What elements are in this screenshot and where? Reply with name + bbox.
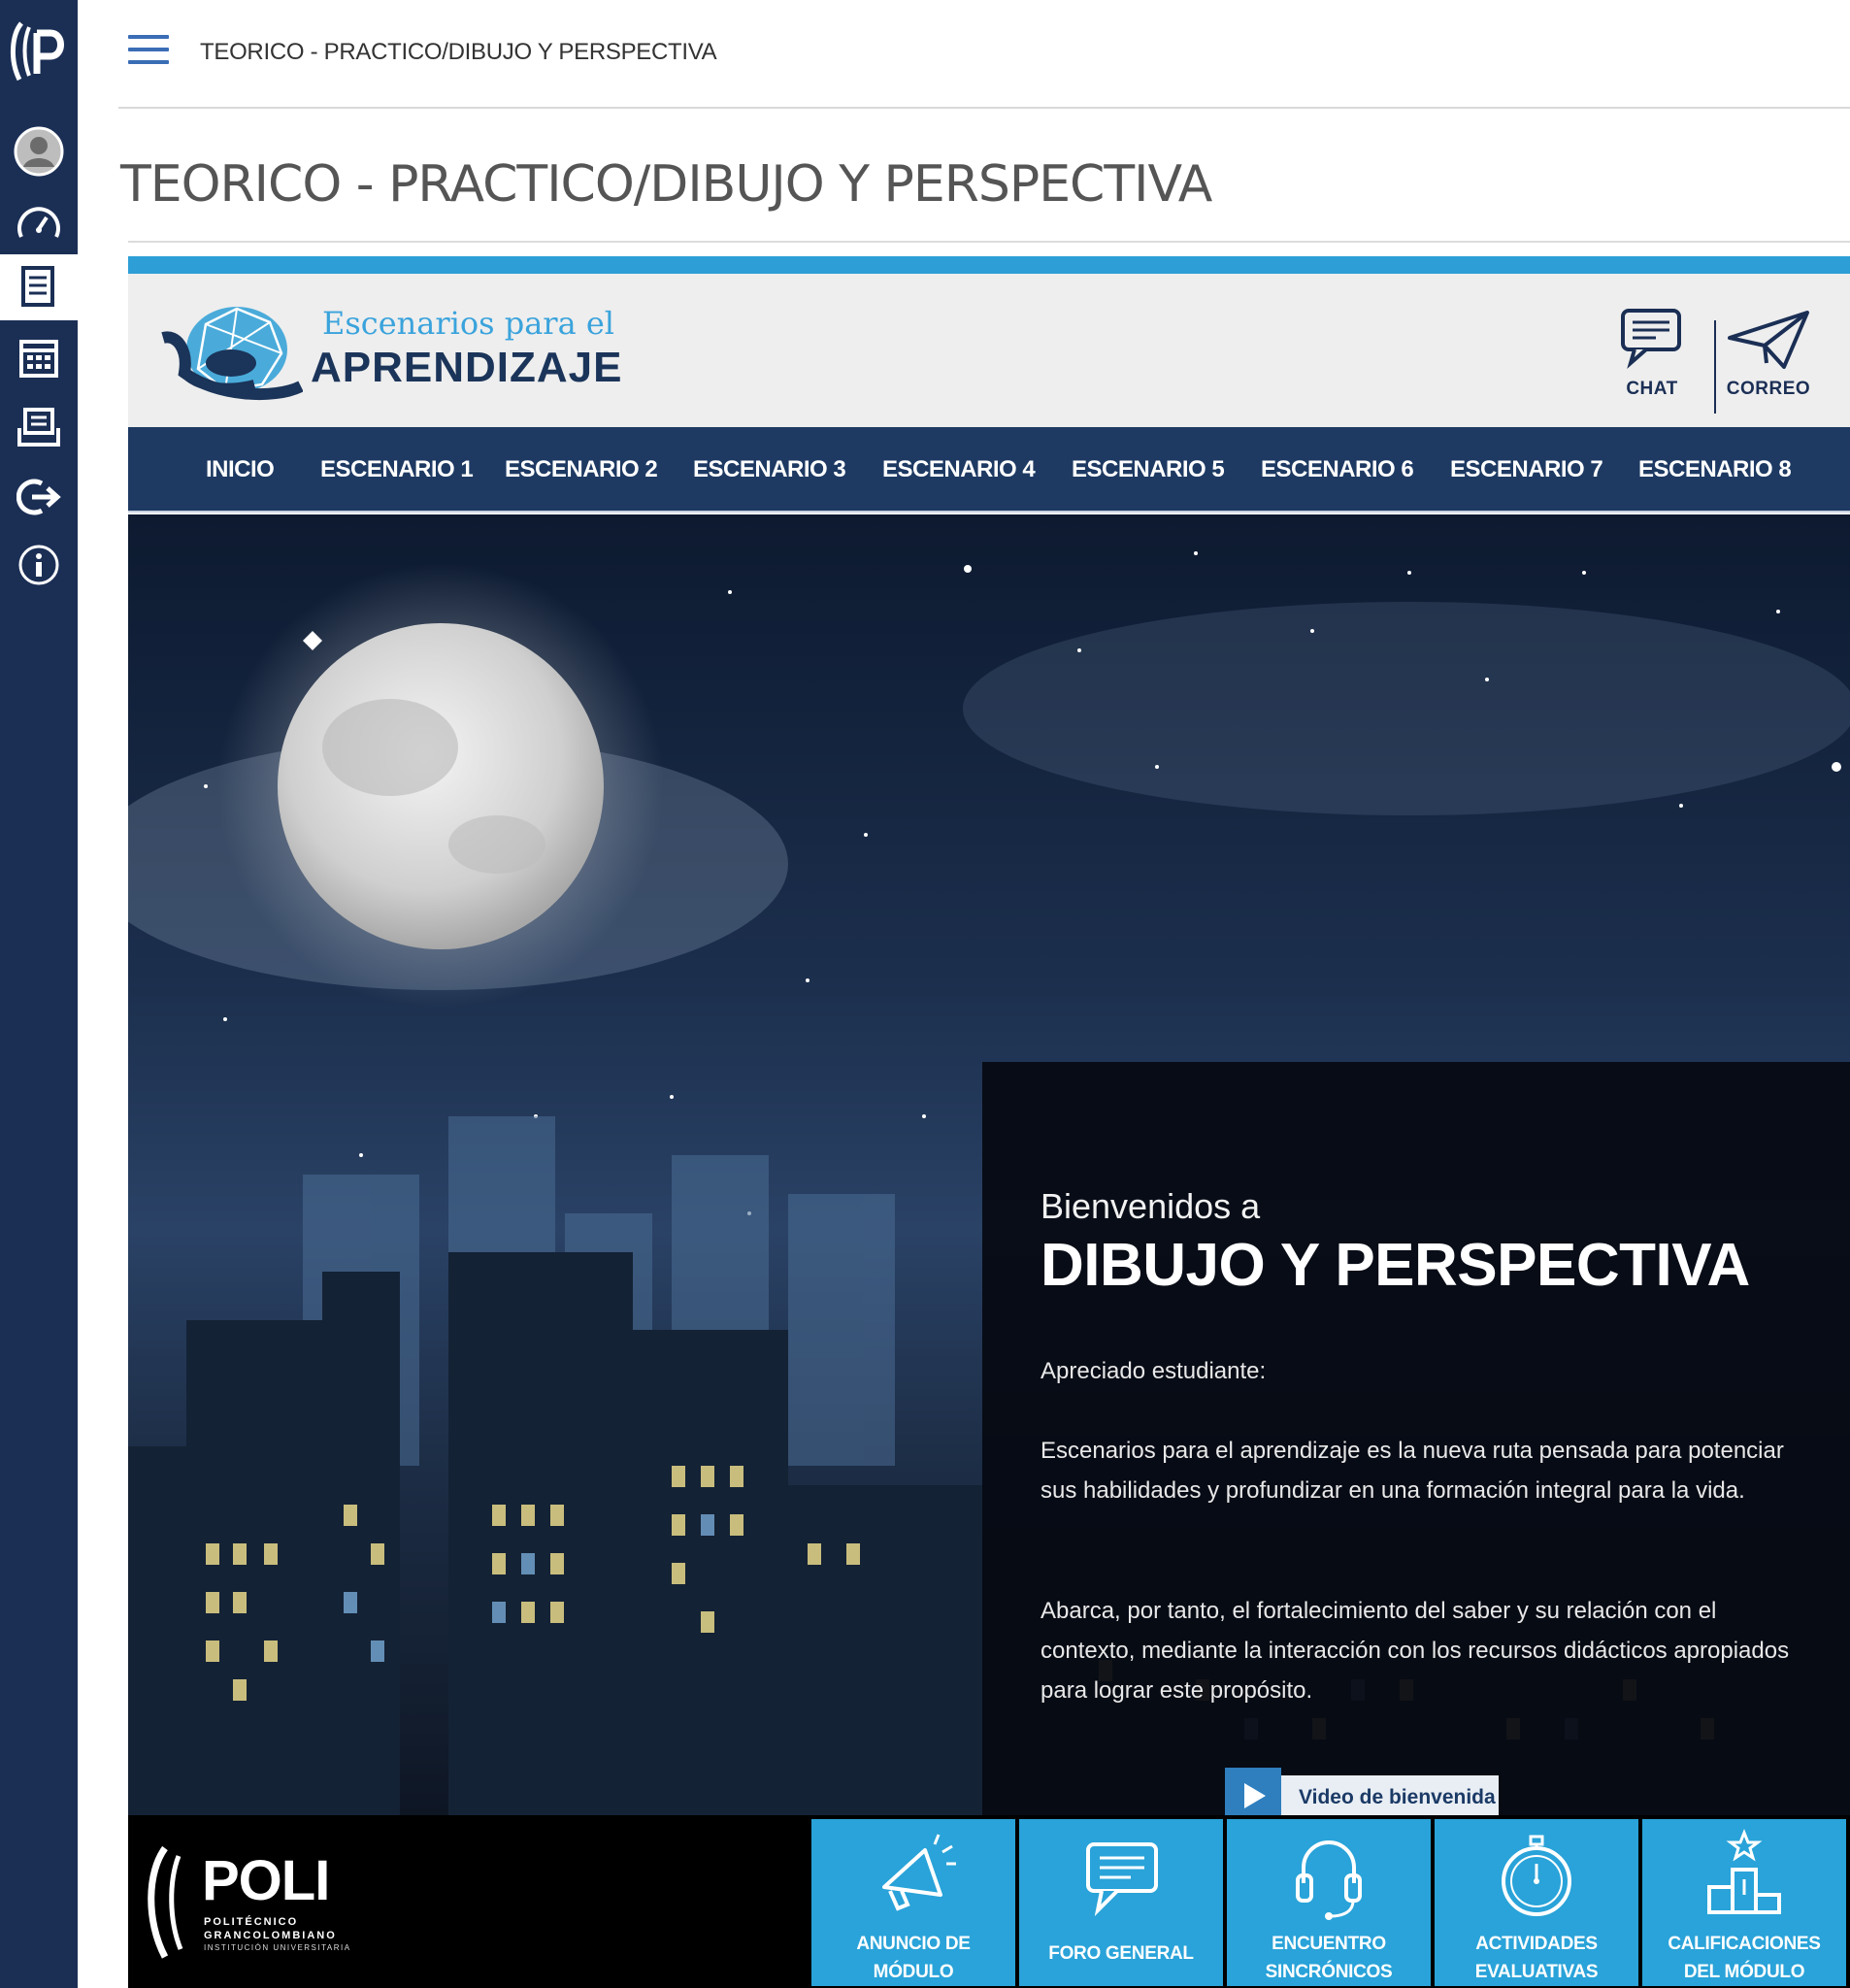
chat-icon: [1621, 309, 1681, 369]
stopwatch-icon: [1502, 1835, 1571, 1916]
menu-item-escenario-5[interactable]: ESCENARIO 5: [1072, 456, 1225, 483]
sidebar-item-courses[interactable]: [0, 254, 78, 320]
scenario-menu: INICIO ESCENARIO 1 ESCENARIO 2 ESCENARIO…: [128, 427, 1850, 513]
poli-logo-name: POLI: [202, 1849, 330, 1912]
welcome-greeting: Apreciado estudiante:: [1041, 1358, 1267, 1384]
menu-item-inicio[interactable]: INICIO: [206, 456, 275, 483]
hero-banner: Bienvenidos a DIBUJO Y PERSPECTIVA Aprec…: [128, 514, 1850, 1815]
evaluation-activities-button[interactable]: ACTIVIDADES EVALUATIVAS: [1435, 1819, 1638, 1986]
mail-label: CORREO: [1726, 379, 1811, 399]
divider: [128, 241, 1850, 243]
brand-line-2: APRENDIZAJE: [311, 344, 623, 391]
module-grades-label: CALIFICACIONES DEL MÓDULO: [1642, 1930, 1846, 1986]
menu-item-escenario-4[interactable]: ESCENARIO 4: [882, 456, 1036, 483]
paper-plane-icon: [1728, 311, 1809, 369]
chat-label: CHAT: [1626, 379, 1678, 399]
info-icon: [18, 545, 59, 585]
sidebar-item-logout[interactable]: [0, 464, 78, 530]
forum-icon: [1086, 1842, 1158, 1917]
logout-icon: [17, 479, 61, 515]
label-line-1: CALIFICACIONES: [1668, 1934, 1821, 1954]
user-avatar-icon: [14, 126, 64, 177]
megaphone-icon: [882, 1834, 956, 1911]
headset-icon: [1296, 1840, 1362, 1920]
mail-button[interactable]: CORREO: [1720, 307, 1817, 404]
welcome-panel: Bienvenidos a DIBUJO Y PERSPECTIVA Aprec…: [982, 1062, 1850, 1815]
welcome-course-title: DIBUJO Y PERSPECTIVA: [1041, 1232, 1750, 1299]
welcome-kicker: Bienvenidos a: [1041, 1186, 1261, 1226]
sidebar-item-inbox[interactable]: [0, 394, 78, 460]
poli-logo: POLI POLITÉCNICO GRANCOLOMBIANO INSTITUC…: [142, 1842, 365, 1963]
sidebar-item-profile[interactable]: [0, 118, 78, 184]
module-grades-button[interactable]: CALIFICACIONES DEL MÓDULO: [1642, 1819, 1846, 1986]
menu-toggle-icon[interactable]: [128, 35, 169, 66]
welcome-video-button[interactable]: Video de bienvenida: [1225, 1768, 1499, 1815]
menu-item-escenario-7[interactable]: ESCENARIO 7: [1450, 456, 1603, 483]
calendar-icon: [19, 340, 58, 378]
courses-icon: [21, 266, 54, 307]
play-icon: [1225, 1768, 1281, 1815]
label-line-1: ANUNCIO DE: [856, 1934, 971, 1954]
module-announcement-button[interactable]: ANUNCIO DE MÓDULO: [811, 1819, 1015, 1986]
label-line-2: SINCRÓNICOS: [1265, 1962, 1393, 1982]
top-bar: TEORICO - PRACTICO/DIBUJO Y PERSPECTIVA: [118, 0, 1850, 109]
poli-logo-sub-3: INSTITUCIÓN UNIVERSITARIA: [204, 1943, 351, 1952]
accent-bar: [128, 256, 1850, 274]
brand-line-1: Escenarios para el: [322, 305, 614, 342]
escenarios-logo-icon: [161, 307, 303, 400]
menu-item-escenario-1[interactable]: ESCENARIO 1: [320, 456, 474, 483]
page-title: TEORICO - PRACTICO/DIBUJO Y PERSPECTIVA: [120, 155, 1212, 214]
left-sidebar: [0, 0, 78, 1988]
menu-item-escenario-8[interactable]: ESCENARIO 8: [1638, 456, 1792, 483]
menu-item-escenario-2[interactable]: ESCENARIO 2: [505, 456, 658, 483]
podium-icon: [1707, 1828, 1781, 1914]
welcome-paragraph-1: Escenarios para el aprendizaje es la nue…: [1041, 1438, 1784, 1504]
menu-item-escenario-3[interactable]: ESCENARIO 3: [693, 456, 846, 483]
inbox-icon: [17, 408, 60, 447]
evaluation-activities-label: ACTIVIDADES EVALUATIVAS: [1435, 1930, 1638, 1986]
module-announcement-label: ANUNCIO DE MÓDULO: [811, 1930, 1015, 1986]
sidebar-item-calendar[interactable]: [0, 324, 78, 390]
brand-header: Escenarios para el APRENDIZAJE CHAT CORR…: [128, 274, 1850, 427]
label-line-2: EVALUATIVAS: [1474, 1962, 1599, 1982]
chat-button[interactable]: CHAT: [1603, 307, 1701, 404]
sidebar-item-info[interactable]: [0, 532, 78, 598]
general-forum-label: FORO GENERAL: [1048, 1943, 1194, 1964]
dashboard-icon: [17, 207, 60, 238]
label-line-1: ACTIVIDADES: [1475, 1934, 1598, 1954]
label-line-2: MÓDULO: [873, 1962, 954, 1982]
divider: [1714, 320, 1716, 414]
poli-logo-sub-1: POLITÉCNICO: [204, 1916, 299, 1928]
menu-item-escenario-6[interactable]: ESCENARIO 6: [1261, 456, 1414, 483]
course-content-frame: Escenarios para el APRENDIZAJE CHAT CORR…: [128, 256, 1850, 1988]
poli-emblem-icon: [148, 1845, 183, 1959]
label-line-1: ENCUENTRO: [1272, 1934, 1386, 1954]
welcome-paragraph-2: Abarca, por tanto, el fortalecimiento de…: [1041, 1598, 1790, 1704]
general-forum-button[interactable]: FORO GENERAL: [1019, 1819, 1223, 1986]
sidebar-item-dashboard[interactable]: [0, 190, 78, 256]
course-footer: POLI POLITÉCNICO GRANCOLOMBIANO INSTITUC…: [128, 1815, 1850, 1988]
poli-p-logo-icon[interactable]: [0, 0, 78, 102]
breadcrumb: TEORICO - PRACTICO/DIBUJO Y PERSPECTIVA: [200, 39, 717, 65]
label-line-2: DEL MÓDULO: [1683, 1962, 1805, 1982]
welcome-video-label: Video de bienvenida: [1281, 1775, 1499, 1815]
synchronous-meetings-label: ENCUENTRO SINCRÓNICOS: [1227, 1930, 1431, 1986]
synchronous-meetings-button[interactable]: ENCUENTRO SINCRÓNICOS: [1227, 1819, 1431, 1986]
poli-logo-sub-2: GRANCOLOMBIANO: [204, 1930, 337, 1941]
